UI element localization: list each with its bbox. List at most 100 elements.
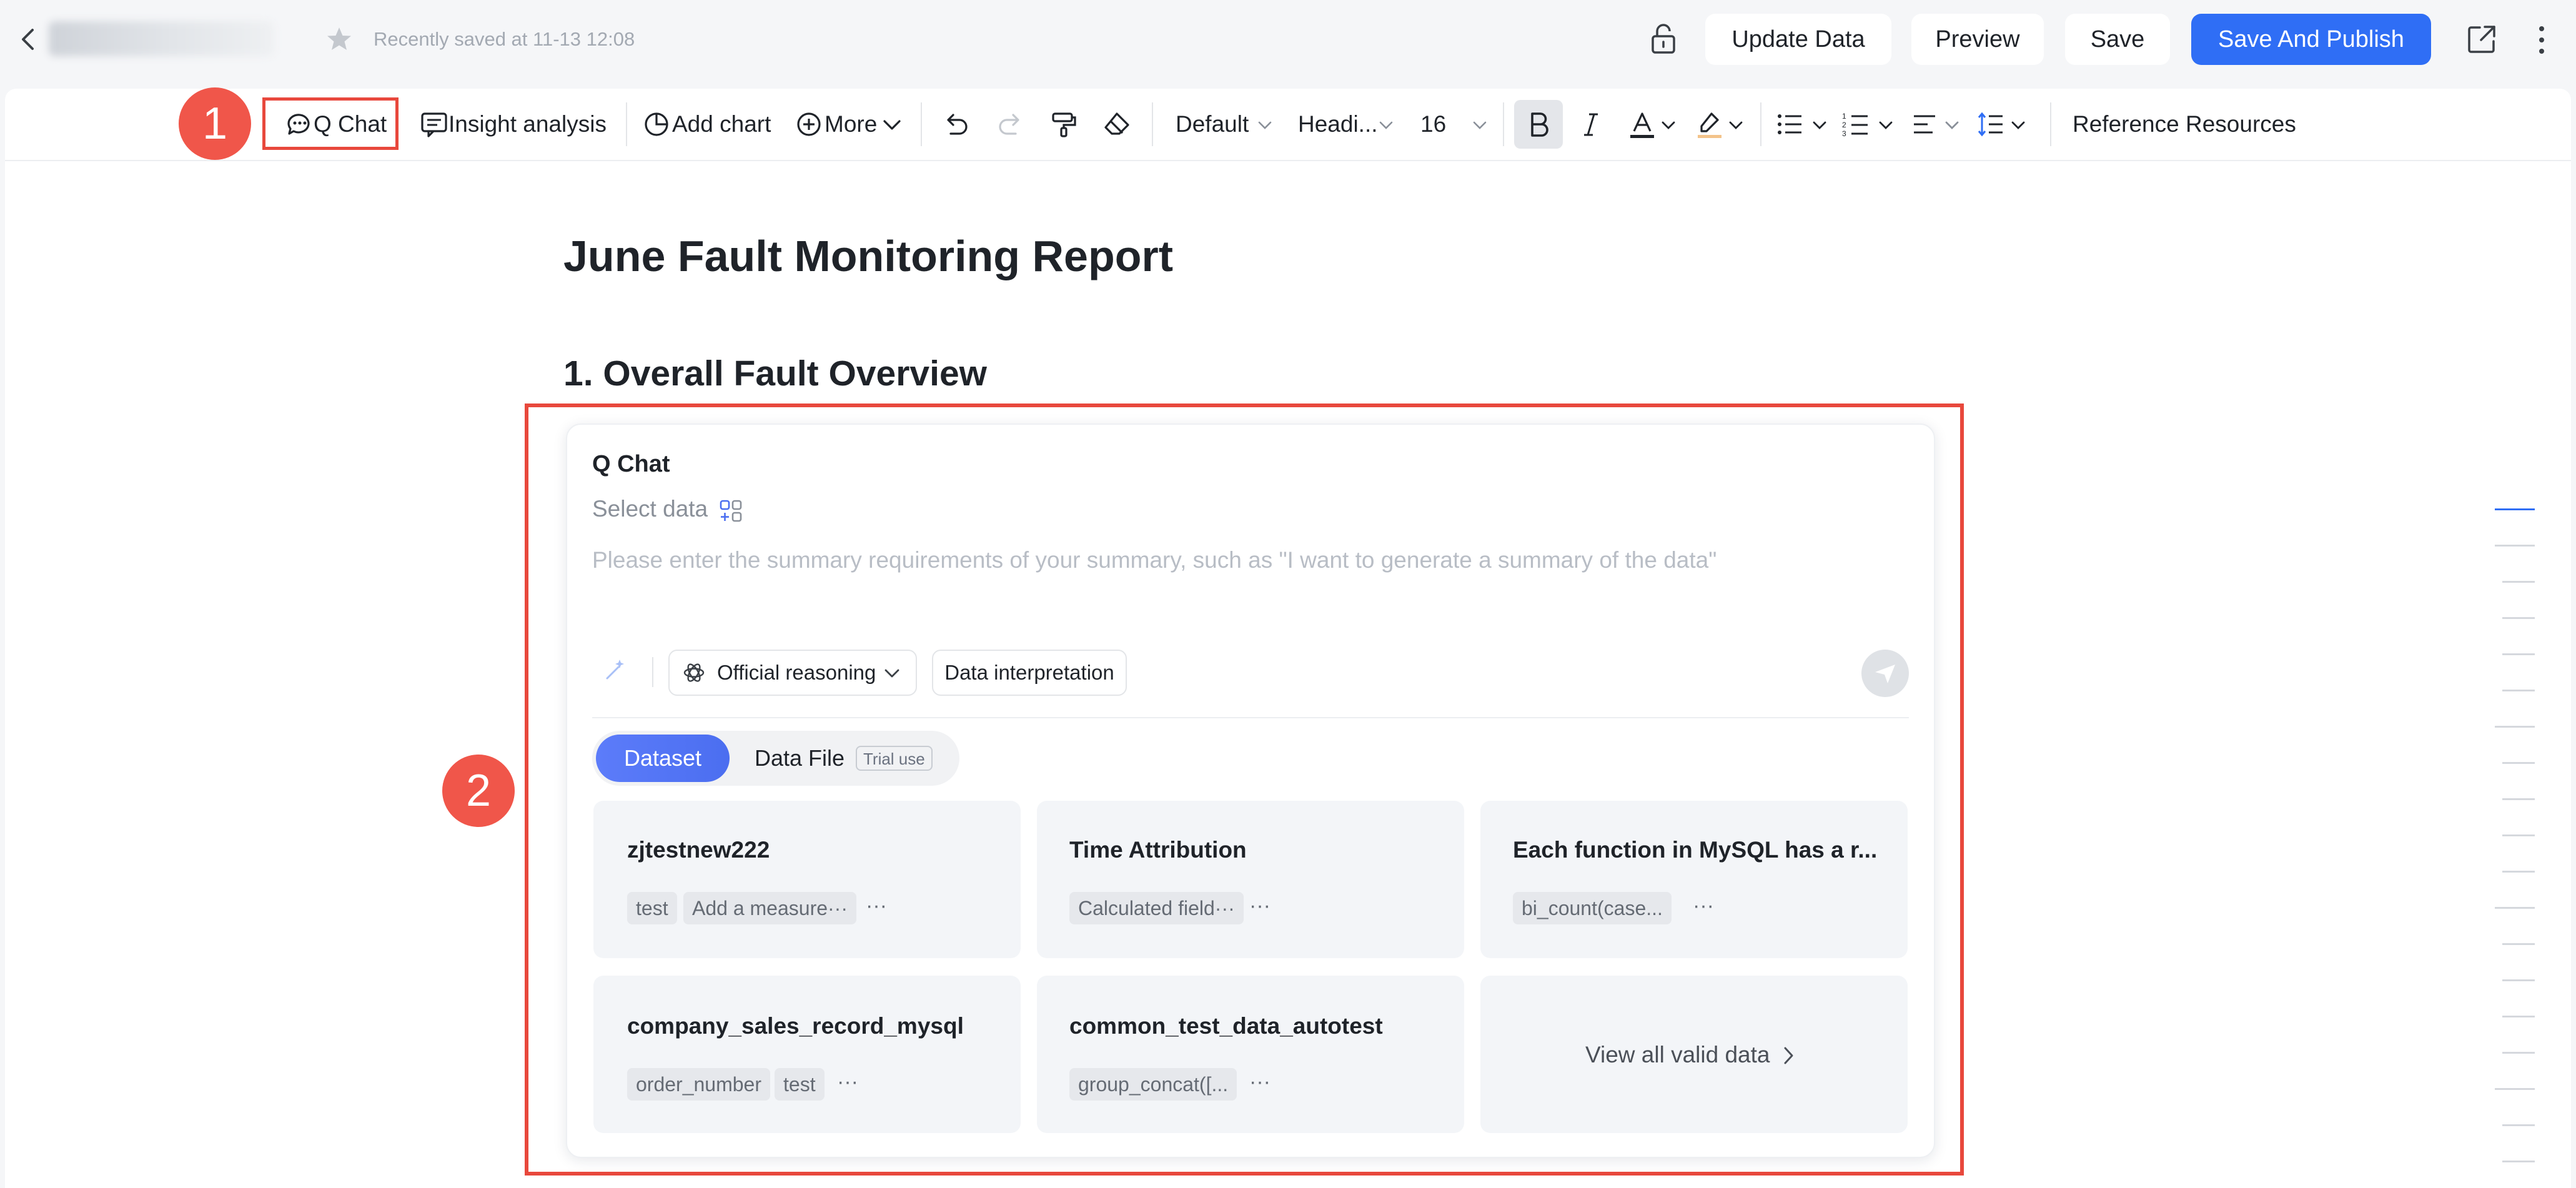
dataset-tag: test <box>775 1068 825 1101</box>
heading-select[interactable]: Headi... <box>1298 106 1378 142</box>
outline-item[interactable] <box>2502 943 2535 945</box>
font-family-select[interactable]: Default <box>1176 106 1249 142</box>
more-tags[interactable]: ··· <box>1693 889 1714 922</box>
chevron-down-icon[interactable] <box>1726 109 1745 140</box>
highlight-color-icon[interactable] <box>1694 109 1725 140</box>
outline-item[interactable] <box>2495 907 2535 909</box>
reference-resources-button[interactable]: Reference Resources <box>2073 106 2296 142</box>
more-tags[interactable]: ··· <box>1249 1066 1271 1098</box>
outline-item[interactable] <box>2502 798 2535 800</box>
outline-item[interactable] <box>2502 1016 2535 1017</box>
dataset-tag: Calculated field··· <box>1069 892 1244 924</box>
chevron-down-icon[interactable] <box>1470 109 1489 140</box>
toolbar-separator <box>626 102 627 146</box>
line-spacing-icon[interactable] <box>1975 109 2006 140</box>
update-data-button[interactable]: Update Data <box>1705 14 1891 65</box>
bold-icon <box>1531 112 1548 137</box>
more-tags[interactable]: ··· <box>1249 889 1271 922</box>
open-external-icon[interactable] <box>2465 22 2499 56</box>
plus-circle-icon[interactable] <box>793 109 825 140</box>
star-icon[interactable] <box>325 25 354 54</box>
more-tags[interactable]: ··· <box>837 1066 858 1098</box>
outline-item[interactable] <box>2502 871 2535 873</box>
back-arrow-icon[interactable] <box>12 24 44 55</box>
document-title[interactable]: June Fault Monitoring Report <box>563 231 1173 281</box>
bullet-list-icon[interactable] <box>1774 109 1805 140</box>
chevron-down-icon[interactable] <box>1659 109 1678 140</box>
chevron-down-icon[interactable] <box>1377 109 1395 140</box>
pie-chart-icon[interactable] <box>641 109 672 140</box>
dataset-card[interactable] <box>1480 801 1908 958</box>
outline-item[interactable] <box>2502 762 2535 764</box>
dataset-card-title: Each function in MySQL has a r... <box>1513 837 1878 863</box>
chevron-right-icon[interactable] <box>1779 1042 1798 1069</box>
view-all-valid-data-link[interactable]: View all valid data <box>1585 1042 1770 1068</box>
summary-input[interactable]: Please enter the summary requirements of… <box>592 547 1717 573</box>
outline-item-active[interactable] <box>2495 508 2535 510</box>
insight-analysis-icon[interactable] <box>419 109 450 140</box>
outline-item[interactable] <box>2502 617 2535 619</box>
font-color-icon[interactable] <box>1627 109 1658 140</box>
dataset-card[interactable] <box>1037 976 1464 1133</box>
dataset-card[interactable] <box>593 801 1021 958</box>
dataset-card[interactable] <box>1037 801 1464 958</box>
chevron-down-icon[interactable] <box>2009 109 2028 140</box>
outline-item[interactable] <box>2502 1161 2535 1162</box>
dataset-card-title: common_test_data_autotest <box>1069 1013 1383 1039</box>
undo-icon[interactable] <box>941 109 972 140</box>
outline-item[interactable] <box>2502 581 2535 583</box>
chevron-down-icon[interactable] <box>1876 109 1895 140</box>
tab-data-file[interactable]: Data File <box>755 735 845 782</box>
numbered-list-icon[interactable]: 1 2 3 <box>1840 109 1871 140</box>
toolbar-separator <box>1503 102 1504 146</box>
select-data-link[interactable]: Select data <box>592 496 708 522</box>
outline-item[interactable] <box>2502 834 2535 836</box>
data-interpretation-button[interactable]: Data interpretation <box>932 650 1127 696</box>
section-heading[interactable]: 1. Overall Fault Overview <box>563 353 987 394</box>
align-left-icon[interactable] <box>1909 109 1940 140</box>
toolbar-separator <box>1152 102 1153 146</box>
dataset-tag: bi_count(case... <box>1513 892 1672 924</box>
format-painter-icon[interactable] <box>1048 109 1079 140</box>
font-size-select[interactable]: 16 <box>1420 106 1446 142</box>
outline-item[interactable] <box>2502 979 2535 981</box>
outline-item[interactable] <box>2502 690 2535 691</box>
step-marker-2: 2 <box>442 755 515 827</box>
document-name-blurred[interactable] <box>49 21 274 56</box>
divider <box>652 657 653 687</box>
lock-icon[interactable] <box>1648 22 1679 56</box>
chevron-down-icon[interactable] <box>1943 109 1961 140</box>
svg-text:3: 3 <box>1842 129 1846 138</box>
outline-item[interactable] <box>2502 1124 2535 1126</box>
preview-button[interactable]: Preview <box>1911 14 2044 65</box>
chevron-down-icon[interactable] <box>879 109 904 140</box>
chevron-down-icon[interactable] <box>1256 109 1274 140</box>
outline-item[interactable] <box>2495 1088 2535 1090</box>
dataset-tag: Add a measure··· <box>683 892 856 924</box>
redo-icon[interactable] <box>994 109 1026 140</box>
insight-analysis-button[interactable]: Insight analysis <box>448 106 607 142</box>
atom-icon <box>683 663 705 682</box>
select-data-icon[interactable] <box>717 497 745 525</box>
outline-item[interactable] <box>2502 1052 2535 1054</box>
more-menu-button[interactable]: More <box>825 106 877 142</box>
chevron-down-icon[interactable] <box>1810 109 1829 140</box>
add-chart-button[interactable]: Add chart <box>672 106 771 142</box>
save-and-publish-button[interactable]: Save And Publish <box>2191 14 2431 65</box>
eraser-icon[interactable] <box>1101 109 1132 140</box>
more-tags[interactable]: ··· <box>866 889 887 922</box>
toolbar-separator <box>2050 102 2051 146</box>
dataset-card-title: company_sales_record_mysql <box>627 1013 964 1039</box>
tab-dataset[interactable]: Dataset <box>596 735 730 782</box>
outline-item[interactable] <box>2502 653 2535 655</box>
italic-icon[interactable] <box>1575 109 1607 140</box>
outline-item[interactable] <box>2495 545 2535 547</box>
trial-use-badge: Trial use <box>856 746 933 771</box>
magic-wand-icon[interactable] <box>601 656 628 683</box>
dataset-tag: order_number <box>627 1068 770 1101</box>
save-button[interactable]: Save <box>2065 14 2170 65</box>
chevron-down-icon[interactable] <box>882 663 902 683</box>
dataset-card[interactable] <box>593 976 1021 1133</box>
more-options-icon[interactable] <box>2532 24 2551 56</box>
outline-item[interactable] <box>2495 726 2535 728</box>
